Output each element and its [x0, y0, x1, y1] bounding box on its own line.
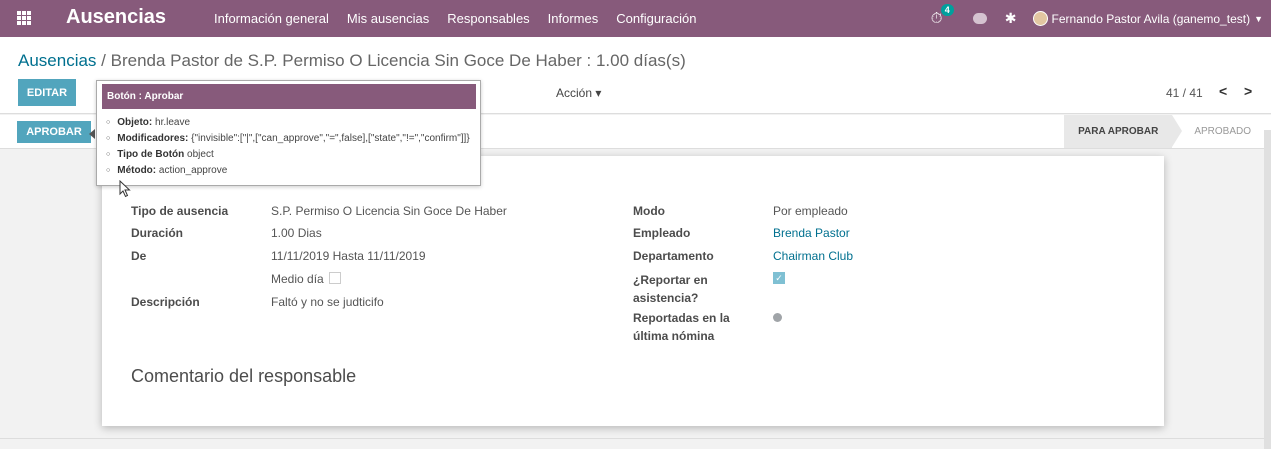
caret-down-icon[interactable]: ▼	[1254, 14, 1263, 24]
action-dropdown[interactable]: Acción ▾	[556, 86, 601, 100]
mouse-cursor-icon	[119, 180, 131, 198]
top-navbar: Ausencias Información general Mis ausenc…	[0, 0, 1271, 37]
menu-item-mis-ausencias[interactable]: Mis ausencias	[347, 11, 429, 26]
label-tipo-ausencia: Tipo de ausencia	[131, 204, 229, 218]
label-duracion: Duración	[131, 226, 184, 240]
navbar-systray: ⏱ 4 ✱ Fernando Pastor Avila (ganemo_test)…	[931, 0, 1271, 37]
menu-item-informacion-general[interactable]: Información general	[214, 11, 329, 26]
label-de: De	[131, 249, 147, 263]
reported-status-dot	[773, 313, 782, 322]
breadcrumb: Ausencias / Brenda Pastor de S.P. Permis…	[18, 51, 686, 71]
section-comentario-responsable: Comentario del responsable	[131, 366, 357, 386]
field-duracion[interactable]: 1.00 Dias	[271, 226, 322, 240]
bug-icon[interactable]: ✱	[1005, 10, 1017, 27]
breadcrumb-parent[interactable]: Ausencias	[18, 51, 96, 70]
form-sheet: Tipo de ausencia S.P. Permiso O Licencia…	[102, 156, 1164, 426]
menu-item-responsables[interactable]: Responsables	[447, 11, 529, 26]
edit-button[interactable]: EDITAR	[18, 79, 76, 106]
avatar[interactable]	[1032, 11, 1048, 26]
label-modo: Modo	[633, 204, 665, 218]
tooltip-row-tipo-boton: Tipo de Botón object	[106, 147, 470, 163]
divider	[0, 438, 1264, 439]
apps-menu-icon[interactable]	[17, 11, 31, 25]
field-modo[interactable]: Por empleado	[773, 204, 848, 218]
pager-value[interactable]: 41 / 41	[1166, 86, 1203, 100]
tooltip-arrow	[89, 129, 95, 139]
tooltip-row-objeto: Objeto: hr.leave	[106, 115, 470, 131]
tooltip-row-modificadores: Modificadores: {"invisible":["|",["can_a…	[106, 131, 469, 147]
button-tooltip: Botón : Aprobar Objeto: hr.leave Modific…	[96, 80, 481, 186]
label-reportar-asistencia: ¿Reportar en asistencia?	[633, 273, 708, 305]
chevron-right-icon[interactable]: >	[1244, 83, 1252, 99]
app-title[interactable]: Ausencias	[66, 6, 166, 29]
report-attendance-checkbox[interactable]: ✓	[773, 272, 785, 284]
breadcrumb-current: Brenda Pastor de S.P. Permiso O Licencia…	[110, 51, 686, 70]
label-departamento: Departamento	[633, 249, 714, 263]
half-day-checkbox[interactable]	[329, 272, 341, 284]
activity-icon[interactable]: ⏱ 4	[931, 4, 954, 27]
label-empleado: Empleado	[633, 226, 691, 240]
main-menu: Información general Mis ausencias Respon…	[214, 11, 696, 26]
label-medio-dia: Medio día	[271, 272, 324, 286]
field-fechas[interactable]: 11/11/2019 Hasta 11/11/2019	[271, 249, 426, 263]
field-tipo-ausencia[interactable]: S.P. Permiso O Licencia Sin Goce De Habe…	[271, 204, 507, 218]
tooltip-row-metodo: Método: action_approve	[106, 163, 470, 179]
chevron-left-icon[interactable]: <	[1219, 83, 1227, 99]
label-descripcion: Descripción	[131, 295, 200, 309]
field-departamento[interactable]: Chairman Club	[773, 249, 853, 263]
status-steps: PARA APROBAR APROBADO	[1064, 115, 1265, 148]
status-step-para-aprobar: PARA APROBAR	[1064, 115, 1183, 148]
field-descripcion[interactable]: Faltó y no se judticifo	[271, 295, 384, 309]
menu-item-configuracion[interactable]: Configuración	[616, 11, 696, 26]
user-menu-name[interactable]: Fernando Pastor Avila (ganemo_test)	[1052, 12, 1251, 26]
tooltip-title: Botón : Aprobar	[102, 84, 476, 109]
tooltip-details: Objeto: hr.leave Modificadores: {"invisi…	[106, 115, 470, 179]
menu-item-informes[interactable]: Informes	[548, 11, 599, 26]
chat-icon[interactable]	[972, 13, 987, 24]
breadcrumb-separator: /	[96, 51, 111, 70]
label-reportadas-ultima-nomina: Reportadas en la última nómina	[633, 311, 730, 343]
activity-badge: 4	[940, 4, 954, 16]
scrollbar[interactable]	[1264, 130, 1271, 449]
approve-button[interactable]: APROBAR	[17, 121, 91, 143]
field-empleado[interactable]: Brenda Pastor	[773, 226, 850, 240]
status-step-aprobado[interactable]: APROBADO	[1172, 115, 1265, 148]
